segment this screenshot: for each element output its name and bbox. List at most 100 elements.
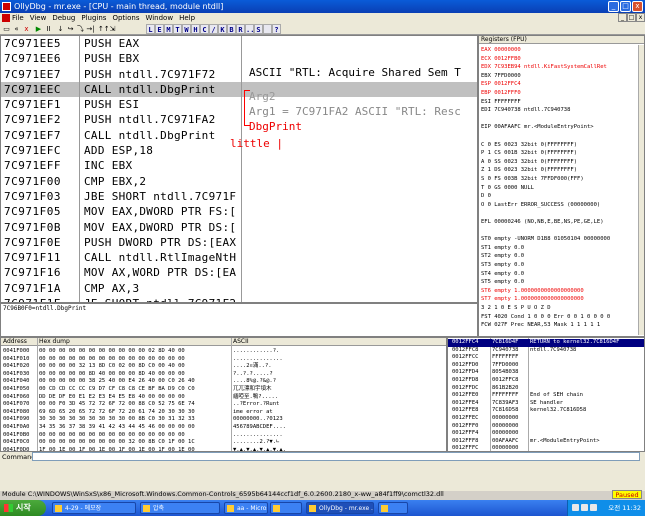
register-line[interactable]: EDI 7C940738 ntdll.7C940738: [481, 106, 570, 114]
trace-into-button[interactable]: ⤵: [76, 24, 85, 34]
disassembly-row[interactable]: 7C971F0B MOV EAX,DWORD PTR DS:[: [1, 219, 241, 235]
stack-row[interactable]: 0012FFD4 8054B038: [448, 369, 644, 377]
stack-row[interactable]: 0012FFD8 0012FFC8: [448, 377, 644, 385]
register-line[interactable]: ECX 0012FFB0: [481, 55, 521, 63]
taskbar-button[interactable]: 압축: [140, 502, 220, 514]
windows-button[interactable]: W: [182, 24, 191, 34]
stack-pane[interactable]: 0012FFC4 7C816D4F RETURN to kernel32.7C816…: [447, 337, 645, 452]
register-line[interactable]: EDX 7C93EB94 ntdll.KiFastSystemCallRet: [481, 63, 607, 71]
source-button[interactable]: S: [254, 24, 263, 34]
network-icon[interactable]: [572, 504, 579, 511]
register-line[interactable]: ESP 0012FFC4: [481, 80, 521, 88]
hex-dump-pane[interactable]: Address Hex dump ASCII 0041F000 00 00 00 …: [0, 337, 447, 452]
child-restore-button[interactable]: □: [627, 13, 636, 22]
register-line[interactable]: ST1 empty 0.0: [481, 244, 524, 252]
breakpoints-button[interactable]: B: [227, 24, 236, 34]
executables-button[interactable]: E: [155, 24, 164, 34]
register-line[interactable]: ST6 empty 1.0000000000000000000: [481, 287, 584, 295]
register-line[interactable]: ST2 empty 0.0: [481, 252, 524, 260]
command-input[interactable]: [32, 452, 640, 461]
cpu-button[interactable]: C: [200, 24, 209, 34]
threads-button[interactable]: T: [173, 24, 182, 34]
disassembly-row[interactable]: 7C971EE6 PUSH EBX: [1, 51, 241, 67]
taskbar-button[interactable]: OllyDbg - mr.exe ...: [306, 502, 374, 514]
register-line[interactable]: FST 4020 Cond 1 0 0 0 Err 0 0 1 0 0 0 0: [481, 313, 610, 321]
step-into-button[interactable]: ↓: [56, 24, 65, 34]
registers-scrollbar[interactable]: [638, 45, 644, 335]
register-line[interactable]: ST5 empty 0.0: [481, 278, 524, 286]
registers-pane[interactable]: Registers (FPU) EAX 00000000 ECX 0012FFB0…: [478, 35, 645, 337]
register-line[interactable]: T 0 GS 0000 NULL: [481, 184, 534, 192]
disassembly-row[interactable]: 7C971F16 MOV AX,WORD PTR DS:[EA: [1, 265, 241, 281]
stack-row[interactable]: 0012FFC4 7C816D4F RETURN to kernel32.7C816…: [448, 339, 644, 347]
disassembly-row[interactable]: 7C971EF2 PUSH ntdll.7C971FA2: [1, 112, 241, 128]
run-trace-button[interactable]: ...: [245, 24, 259, 34]
register-line[interactable]: EAX 00000000: [481, 46, 521, 54]
disassembly-row[interactable]: 7C971F03 JBE SHORT ntdll.7C971F: [1, 188, 241, 205]
help-button[interactable]: ?: [272, 24, 281, 34]
menu-help[interactable]: Help: [179, 13, 195, 23]
list-icon[interactable]: [263, 24, 272, 34]
register-line[interactable]: S 0 FS 003B 32bit 7FFDF000(FFF): [481, 175, 584, 183]
close-process-icon[interactable]: x: [22, 24, 31, 34]
register-line[interactable]: EIP 00AFAAFC mr.<ModuleEntryPoint>: [481, 123, 594, 131]
register-line[interactable]: Z 1 DS 0023 32bit 0(FFFFFFFF): [481, 166, 577, 174]
disassembly-row[interactable]: 7C971EE7 PUSH ntdll.7C971F72: [1, 66, 241, 82]
stack-row[interactable]: 0012FFFC 00000000: [448, 445, 644, 451]
register-line[interactable]: EBX 7FFD0000: [481, 72, 521, 80]
disassembly-row[interactable]: 7C971EFF INC EBX: [1, 158, 241, 174]
pause-button[interactable]: II: [44, 24, 53, 34]
taskbar-button[interactable]: 4-29 - 메모장: [52, 502, 136, 514]
dump-header-address[interactable]: Address: [3, 338, 27, 346]
register-line[interactable]: EFL 00000246 (NO,NB,E,BE,NS,PE,GE,LE): [481, 218, 604, 226]
trace-over-button[interactable]: →|: [86, 24, 95, 34]
disassembly-row[interactable]: 7C971EF7 CALL ntdll.DbgPrint: [1, 127, 241, 144]
register-line[interactable]: O 0 LastErr ERROR_SUCCESS (00000000): [481, 201, 600, 209]
menu-debug[interactable]: Debug: [52, 13, 75, 23]
stack-row[interactable]: 0012FFC8 7C940738 ntdll.7C940738: [448, 347, 644, 355]
open-icon[interactable]: ▭: [2, 24, 11, 34]
dump-header-hex[interactable]: Hex dump: [39, 338, 70, 346]
child-minimize-button[interactable]: _: [618, 13, 627, 22]
log-window-button[interactable]: L: [146, 24, 155, 34]
stack-row[interactable]: 0012FFEC 00000000: [448, 415, 644, 423]
register-line[interactable]: FCW 027F Prec NEAR,53 Mask 1 1 1 1 1: [481, 321, 600, 329]
dump-header-ascii[interactable]: ASCII: [233, 338, 249, 346]
taskbar-button[interactable]: [270, 502, 302, 514]
volume-icon[interactable]: [581, 504, 588, 511]
menu-plugins[interactable]: Plugins: [81, 13, 106, 23]
register-line[interactable]: C 0 ES 0023 32bit 0(FFFFFFFF): [481, 141, 577, 149]
taskbar-button[interactable]: aa - Microsoft Vis...: [224, 502, 268, 514]
register-line[interactable]: P 1 CS 001B 32bit 0(FFFFFFFF): [481, 149, 577, 157]
disassembly-row[interactable]: 7C971F05 MOV EAX,DWORD PTR FS:[: [1, 204, 241, 220]
stack-row[interactable]: 0012FFE8 7C816D58 kernel32.7C816D58: [448, 407, 644, 415]
stack-row[interactable]: 0012FFF0 00000000: [448, 423, 644, 431]
call-stack-button[interactable]: K: [218, 24, 227, 34]
stack-row[interactable]: 0012FFE0 FFFFFFFF End of SEH chain: [448, 392, 644, 400]
execute-till-return-button[interactable]: ↑↑: [98, 24, 110, 34]
disassembly-row[interactable]: 7C971EFC ADD ESP,18: [1, 143, 241, 159]
ime-icon[interactable]: [590, 504, 597, 511]
stack-row[interactable]: 0012FFDC 861B2B20: [448, 385, 644, 393]
register-line[interactable]: ST4 empty 0.0: [481, 270, 524, 278]
menu-file[interactable]: File: [12, 13, 24, 23]
register-line[interactable]: ST7 empty 1.0000000000000000000: [481, 295, 584, 303]
references-button[interactable]: R: [236, 24, 245, 34]
stack-row[interactable]: 0012FFF4 00000000: [448, 430, 644, 438]
register-line[interactable]: ESI FFFFFFFF: [481, 98, 521, 106]
start-button[interactable]: 시작: [0, 500, 46, 516]
minimize-button[interactable]: _: [608, 1, 619, 12]
disassembly-row[interactable]: 7C971F0E PUSH DWORD PTR DS:[EAX: [1, 234, 241, 251]
step-over-button[interactable]: ↪: [66, 24, 75, 34]
menu-window[interactable]: Window: [145, 13, 173, 23]
maximize-button[interactable]: □: [620, 1, 631, 12]
stack-row[interactable]: 0012FFD0 7FFD0000: [448, 362, 644, 370]
disassembly-row[interactable]: 7C971EE5 PUSH EAX: [1, 36, 241, 52]
register-line[interactable]: ST0 empty -UNORM D1B8 01050104 00000000: [481, 235, 610, 243]
rewind-icon[interactable]: «: [12, 24, 21, 34]
register-line[interactable]: D 0: [481, 192, 491, 200]
disassembly-row[interactable]: 7C971F11 CALL ntdll.RtlImageNtH: [1, 250, 241, 266]
menu-options[interactable]: Options: [112, 13, 139, 23]
disassembly-row[interactable]: 7C971F00 CMP EBX,2: [1, 173, 241, 189]
child-window-icon[interactable]: [2, 14, 10, 22]
